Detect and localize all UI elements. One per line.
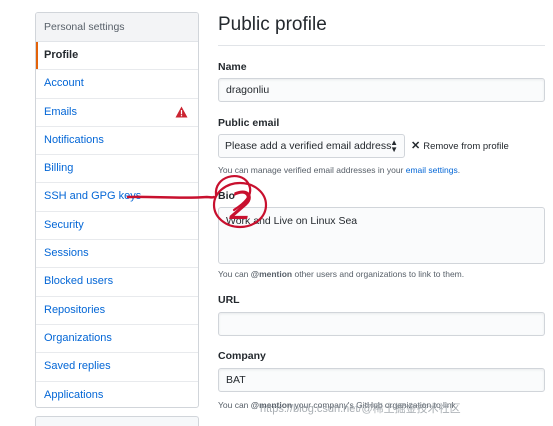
company-label: Company xyxy=(218,350,266,362)
sidebar-item-account[interactable]: Account xyxy=(36,70,198,99)
mention-text: @mention xyxy=(250,269,293,279)
note-text: other users and organizations to link to… xyxy=(292,269,465,279)
public-email-selected: Please add a verified email address xyxy=(225,140,392,152)
sidebar-secondary-box xyxy=(35,416,199,426)
public-email-note: You can manage verified email addresses … xyxy=(218,165,460,175)
bio-label: Bio xyxy=(218,190,235,202)
url-label: URL xyxy=(218,294,240,306)
public-email-select[interactable]: Please add a verified email address ▲ ▼ xyxy=(218,134,405,158)
name-field[interactable]: dragonliu xyxy=(218,78,545,102)
sidebar-item-profile[interactable]: Profile xyxy=(36,42,198,71)
public-profile-form: Public profile Name dragonliu Public ema… xyxy=(218,0,553,426)
sidebar-item-emails[interactable]: Emails xyxy=(36,99,198,127)
sidebar-item-ssh-gpg-keys[interactable]: SSH and GPG keys xyxy=(36,183,198,212)
select-caret-icon: ▲ ▼ xyxy=(390,138,398,154)
sidebar-item-blocked-users[interactable]: Blocked users xyxy=(36,268,198,297)
alert-icon xyxy=(175,106,188,121)
company-field[interactable]: BAT xyxy=(218,368,545,392)
remove-label: Remove from profile xyxy=(423,141,509,152)
url-field[interactable] xyxy=(218,312,545,336)
bio-note: You can @mention other users and organiz… xyxy=(218,269,464,279)
close-icon: ✕ xyxy=(411,140,421,152)
settings-sidebar: Personal settings Profile Account Emails… xyxy=(35,12,199,408)
note-text: . xyxy=(457,165,461,175)
sidebar-item-billing[interactable]: Billing xyxy=(36,155,198,184)
note-text: You can xyxy=(218,400,251,410)
page-title: Public profile xyxy=(218,14,327,35)
sidebar-item-security[interactable]: Security xyxy=(36,212,198,241)
watermark: https://blog.csdn.net/@稀土掘金技术社区 xyxy=(260,403,461,415)
public-email-label: Public email xyxy=(218,117,280,129)
sidebar-item-label: Emails xyxy=(44,105,78,118)
note-text: You can manage verified email addresses … xyxy=(218,165,406,175)
sidebar-item-organizations[interactable]: Organizations xyxy=(36,325,198,354)
title-divider xyxy=(218,45,545,46)
email-settings-link[interactable]: email settings xyxy=(406,165,458,175)
sidebar-header: Personal settings xyxy=(36,13,198,42)
sidebar-item-sessions[interactable]: Sessions xyxy=(36,240,198,269)
bio-textarea[interactable]: Work and Live on Linux Sea xyxy=(218,207,545,264)
sidebar-item-notifications[interactable]: Notifications xyxy=(36,127,198,156)
sidebar-item-applications[interactable]: Applications xyxy=(36,382,198,407)
sidebar-item-repositories[interactable]: Repositories xyxy=(36,297,198,325)
note-text: You can xyxy=(218,269,251,279)
sidebar-item-saved-replies[interactable]: Saved replies xyxy=(36,353,198,382)
name-label: Name xyxy=(218,61,247,73)
remove-from-profile-button[interactable]: ✕ Remove from profile xyxy=(411,139,509,152)
